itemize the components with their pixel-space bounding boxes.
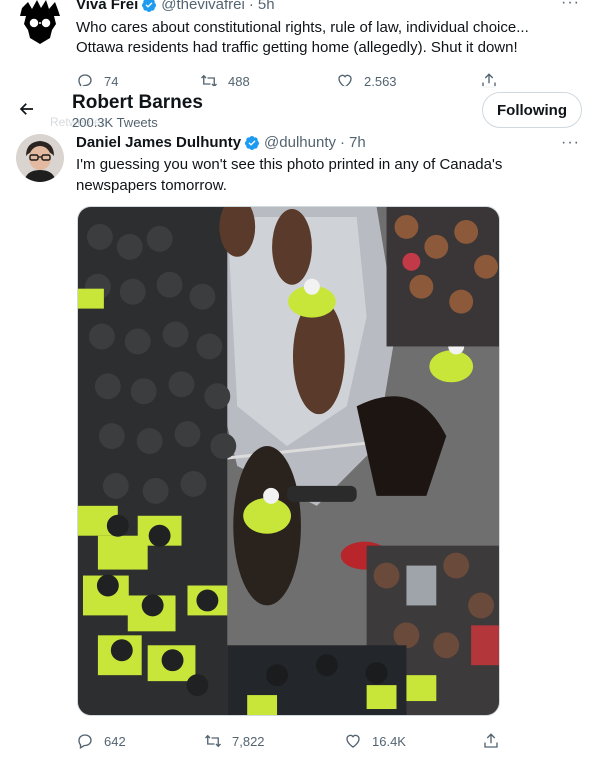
author-handle[interactable]: @thevivafrei — [161, 0, 245, 13]
reply-icon — [78, 734, 92, 749]
more-options-icon[interactable]: ··· — [561, 134, 580, 152]
following-button[interactable]: Following — [482, 92, 582, 128]
share-icon — [484, 733, 498, 748]
tweet-photo[interactable] — [77, 206, 500, 716]
heart-icon — [346, 734, 360, 748]
author-name[interactable]: Daniel James Dulhunty — [76, 134, 241, 151]
share-button[interactable] — [482, 732, 510, 750]
reply-count: 642 — [104, 733, 126, 749]
more-options-icon[interactable]: ··· — [561, 0, 580, 12]
main-tweet-header: Daniel James Dulhunty @dulhunty · 7h — [76, 134, 366, 151]
retweet-count: 7,822 — [232, 733, 265, 749]
separator-dot: · — [248, 0, 254, 13]
author-handle[interactable]: @dulhunty — [264, 134, 336, 151]
tweet-time[interactable]: 5h — [258, 0, 275, 13]
tweet-time[interactable]: 7h — [349, 134, 366, 151]
daniel-dulhunty-avatar[interactable] — [16, 134, 64, 182]
previous-tweet[interactable]: Viva Frei @thevivafrei · 5h ··· Who care… — [0, 0, 598, 92]
tweet-text: Who cares about constitutional rights, r… — [76, 19, 529, 56]
tweet-count: 200.3K Tweets — [72, 115, 158, 130]
previous-tweet-header: Viva Frei @thevivafrei · 5h — [76, 0, 275, 13]
separator-dot: · — [340, 134, 345, 151]
like-button[interactable]: 16.4K — [344, 732, 406, 750]
like-count: 16.4K — [372, 733, 406, 749]
viva-frei-avatar[interactable] — [18, 0, 62, 44]
main-tweet-actions: 642 7,822 16.4K — [76, 730, 506, 752]
verified-badge-icon — [142, 0, 157, 12]
reply-button[interactable]: 642 — [76, 732, 126, 750]
back-button[interactable] — [12, 94, 42, 124]
author-name[interactable]: Viva Frei — [76, 0, 138, 13]
verified-badge-icon — [245, 135, 260, 150]
tweet-text: I'm guessing you won't see this photo pr… — [76, 156, 503, 194]
retweet-button[interactable]: 7,822 — [204, 732, 265, 750]
back-arrow-icon — [19, 103, 33, 115]
profile-name: Robert Barnes — [72, 92, 203, 113]
retweet-icon — [205, 734, 221, 748]
